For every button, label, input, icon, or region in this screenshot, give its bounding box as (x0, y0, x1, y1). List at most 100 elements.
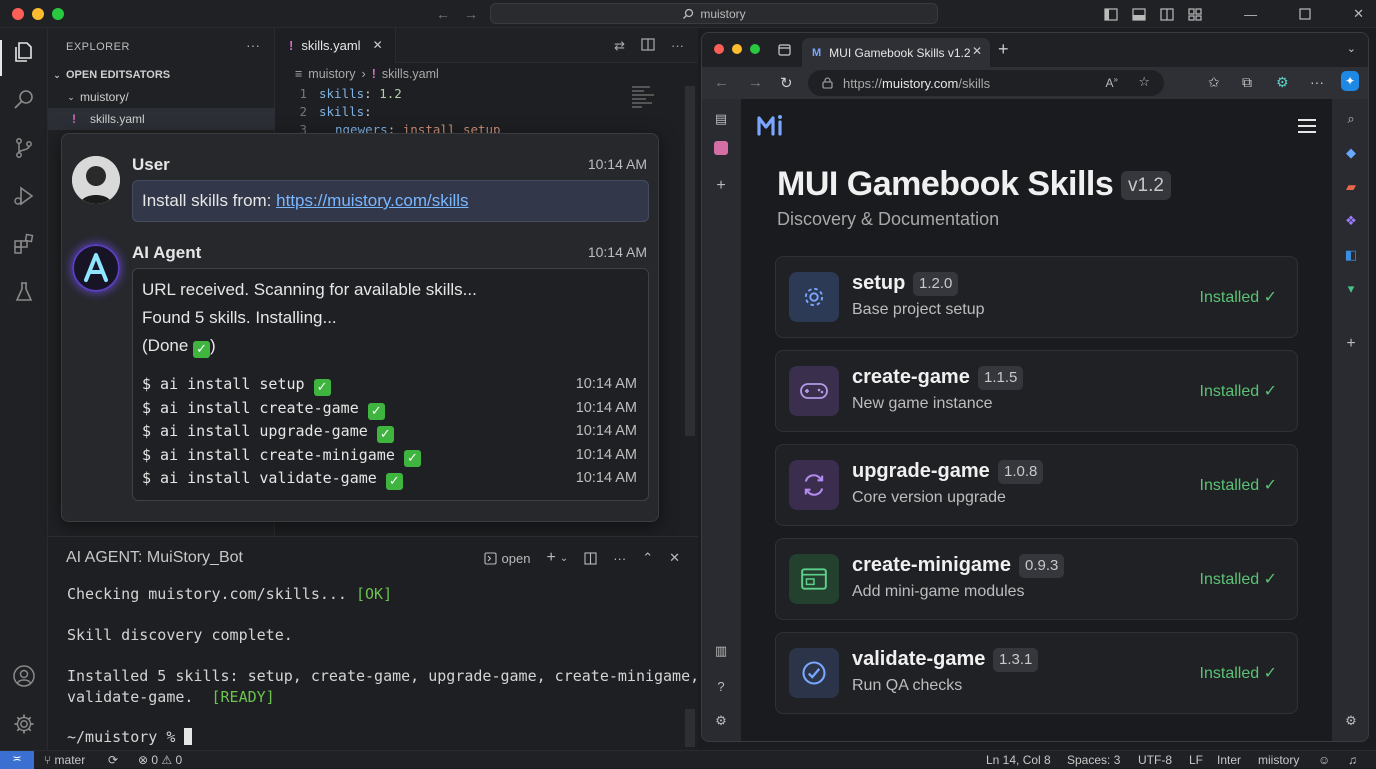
add-icon[interactable]: + (546, 549, 555, 567)
maximize-window-button[interactable] (52, 7, 64, 20)
code-line[interactable]: 1 skills: 1.2 (275, 86, 635, 104)
drop-icon[interactable]: ▾ (1342, 281, 1360, 299)
open-editors-section[interactable]: ⌄ OPEN EDITSATORS (48, 64, 275, 86)
restore-icon[interactable] (1299, 8, 1311, 20)
terminal-prompt[interactable]: ~/muistory % (67, 728, 193, 746)
collections-icon[interactable]: ⧉ (1242, 74, 1252, 91)
refresh-icon[interactable]: ↻ (780, 74, 793, 92)
code-line[interactable]: 2 skills: (275, 104, 635, 122)
help-icon[interactable]: ? (712, 679, 730, 697)
cursor-position[interactable]: Ln 14, Col 8 (986, 753, 1051, 767)
yaml-file-icon: ! (72, 112, 76, 126)
open-button[interactable]: open (483, 551, 530, 566)
bell-icon[interactable]: ♫ (1348, 753, 1357, 767)
chevron-down-icon[interactable]: ⌄ (1347, 42, 1356, 55)
breadcrumb-folder[interactable]: muistory (308, 67, 355, 81)
skill-card-create-minigame[interactable]: create-minigame 0.9.3 Add mini-game module… (775, 538, 1298, 620)
toggle-sidebar-icon[interactable] (1104, 7, 1118, 21)
encoding-status[interactable]: UTF-8 (1138, 753, 1172, 767)
forward-arrow-icon[interactable]: → (748, 74, 763, 91)
favorites-icon[interactable]: ✩ (1208, 74, 1220, 91)
skill-card-create-game[interactable]: create-game 1.1.5 New game instance Install… (775, 350, 1298, 432)
close-icon[interactable]: ✕ (1353, 6, 1364, 22)
panel-icon[interactable]: ▥ (712, 643, 730, 661)
explorer-files-icon[interactable] (12, 40, 36, 64)
skill-card-setup[interactable]: setup 1.2.0 Base project setup Installed ✓ (775, 256, 1298, 338)
more-actions-icon[interactable]: ··· (246, 37, 260, 53)
indentation-status[interactable]: Spaces: 3 (1067, 753, 1120, 767)
hamburger-menu-icon[interactable] (1298, 119, 1316, 137)
minimap[interactable] (632, 86, 658, 126)
extensions-icon[interactable] (12, 232, 36, 256)
new-tab-icon[interactable]: + (998, 39, 1009, 60)
extension-icon[interactable]: ⚙ (1276, 74, 1289, 91)
maximize-window-button[interactable] (750, 44, 760, 54)
muistory-logo[interactable] (757, 113, 787, 137)
minimize-window-button[interactable] (732, 44, 742, 54)
forward-arrow-icon[interactable]: → (464, 6, 478, 22)
settings-gear-icon[interactable] (12, 712, 36, 736)
settings-gear-icon[interactable]: ⚙ (712, 713, 730, 731)
tag-icon[interactable]: ◆ (1342, 145, 1360, 163)
sync-icon[interactable]: ⟳ (108, 753, 118, 767)
minimize-window-button[interactable] (32, 7, 44, 20)
eol-status[interactable]: LF (1189, 753, 1203, 767)
account-icon[interactable] (12, 664, 36, 688)
branch-status[interactable]: ⑂ mater (44, 753, 85, 767)
maximize-panel-icon[interactable]: ⌃ (642, 550, 653, 566)
close-tab-icon[interactable]: ✕ (373, 38, 383, 52)
new-tab-icon[interactable]: + (712, 177, 730, 195)
search-icon[interactable] (12, 88, 36, 112)
copilot-icon[interactable]: ✦ (1341, 71, 1359, 91)
briefcase-icon[interactable]: ▰ (1342, 179, 1360, 197)
customize-layout-icon[interactable] (1188, 7, 1202, 21)
run-debug-icon[interactable] (12, 184, 36, 208)
add-icon[interactable]: + (1342, 335, 1360, 353)
project-status[interactable]: miistory (1258, 753, 1299, 767)
browser-tab-active[interactable]: M MUI Gamebook Skills v1.2 ✕ (802, 38, 990, 67)
language-status[interactable]: Inter (1217, 753, 1241, 767)
close-tab-icon[interactable]: ✕ (972, 44, 982, 58)
close-panel-icon[interactable]: ✕ (669, 550, 680, 566)
command-center-search[interactable]: muistory (490, 3, 938, 24)
more-menu-icon[interactable]: ··· (1310, 74, 1324, 90)
back-arrow-icon[interactable]: ← (714, 74, 729, 91)
copilot-app-icon[interactable]: ❖ (1342, 213, 1360, 231)
chevron-down-icon[interactable]: ⌄ (560, 553, 568, 564)
settings-gear-icon[interactable]: ⚙ (1342, 713, 1360, 731)
compare-icon[interactable]: ⇄ (614, 38, 625, 54)
tab-actions-icon[interactable] (778, 44, 791, 56)
minimize-icon[interactable]: — (1244, 7, 1257, 22)
favorite-star-icon[interactable]: ☆ (1138, 74, 1150, 90)
search-icon[interactable]: ⌕ (1342, 111, 1360, 129)
tab-favicon-icon[interactable] (714, 141, 728, 155)
skill-card-upgrade-game[interactable]: upgrade-game 1.0.8 Core version upgrade Ins… (775, 444, 1298, 526)
read-aloud-icon[interactable]: A» (1106, 75, 1118, 90)
split-editor-icon[interactable] (641, 38, 655, 51)
toggle-secondary-sidebar-icon[interactable] (1160, 7, 1174, 21)
problems-status[interactable]: ⊗ 0 ⚠ 0 (138, 753, 182, 767)
terminal-scrollbar[interactable] (685, 709, 695, 747)
source-control-icon[interactable] (12, 136, 36, 160)
skill-card-validate-game[interactable]: validate-game 1.3.1 Run QA checks Installed… (775, 632, 1298, 714)
more-actions-icon[interactable]: ··· (671, 38, 684, 54)
close-window-button[interactable] (714, 44, 724, 54)
back-arrow-icon[interactable]: ← (436, 6, 450, 22)
file-item-skills-yaml[interactable]: ! skills.yaml (48, 108, 275, 130)
more-actions-icon[interactable]: ··· (613, 551, 626, 566)
editor-scrollbar[interactable] (685, 86, 695, 436)
tab-skills-yaml[interactable]: ! skills.yaml ✕ (275, 27, 396, 63)
feedback-icon[interactable]: ☺ (1318, 753, 1330, 767)
folder-item[interactable]: ⌄ muistory/ (48, 86, 275, 108)
toggle-panel-icon[interactable] (1132, 7, 1146, 21)
split-panel-icon[interactable] (584, 551, 597, 565)
outlook-icon[interactable]: ◧ (1342, 247, 1360, 265)
skills-link[interactable]: https://muistory.com/skills (276, 191, 468, 210)
address-bar[interactable]: https://muistory.com/skills A» ☆ (808, 70, 1164, 96)
close-window-button[interactable] (12, 7, 24, 20)
remote-indicator-icon[interactable]: ≍ (0, 751, 34, 769)
breadcrumb-file[interactable]: skills.yaml (382, 67, 439, 81)
sidebar-toggle-icon[interactable]: ▤ (712, 111, 730, 129)
testing-flask-icon[interactable] (12, 280, 36, 304)
line-number: 2 (299, 104, 307, 119)
